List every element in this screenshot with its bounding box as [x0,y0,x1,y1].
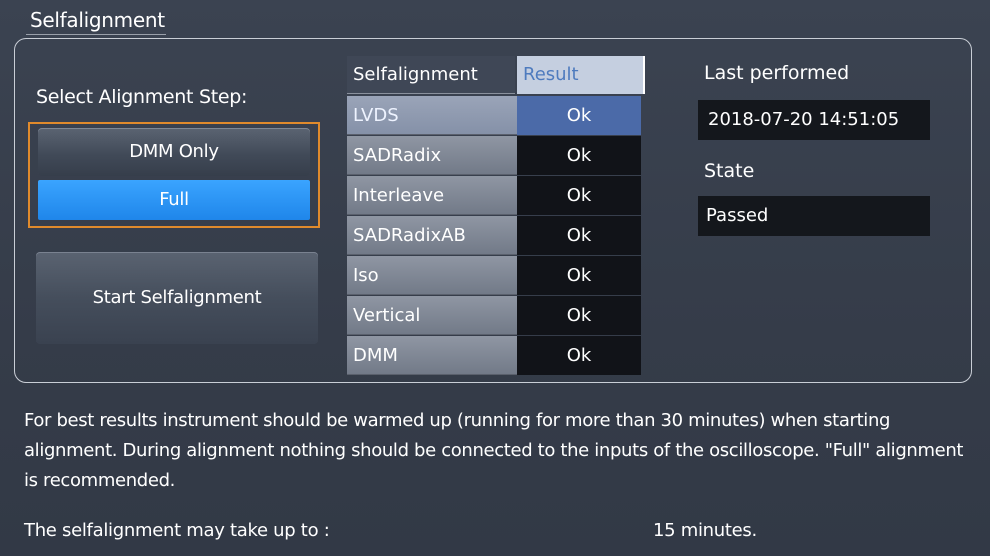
info-text: For best results instrument should be wa… [24,410,964,491]
dmm-only-button[interactable]: DMM Only [38,128,310,176]
duration-value: 15 minutes. [653,520,757,541]
row-result: Ok [517,216,641,255]
row-name: SADRadixAB [347,216,517,255]
dialog-title: Selfalignment [30,8,165,32]
table-row[interactable]: SADRadixAB Ok [347,216,645,255]
row-name: Vertical [347,296,517,335]
full-button[interactable]: Full [38,180,310,220]
start-selfalignment-button[interactable]: Start Selfalignment [36,252,318,344]
table-row[interactable]: Interleave Ok [347,176,645,215]
last-performed-label: Last performed [704,62,850,84]
row-result: Ok [517,256,641,295]
table-row[interactable]: LVDS Ok [347,96,645,135]
table-row[interactable]: SADRadix Ok [347,136,645,175]
state-label: State [704,160,755,182]
table-row[interactable]: Iso Ok [347,256,645,295]
row-result: Ok [517,336,641,375]
row-name: Iso [347,256,517,295]
row-name: Interleave [347,176,517,215]
duration-label: The selfalignment may take up to : [24,520,330,541]
row-result: Ok [517,136,641,175]
last-performed-value: 2018-07-20 14:51:05 [698,100,930,140]
title-underline [26,34,166,35]
table-row[interactable]: Vertical Ok [347,296,645,335]
state-value: Passed [698,196,930,236]
row-result: Ok [517,176,641,215]
table-row[interactable]: DMM Ok [347,336,645,375]
row-name: LVDS [347,96,517,135]
select-step-label: Select Alignment Step: [36,86,248,108]
column-header-result[interactable]: Result [517,56,645,94]
row-result: Ok [517,296,641,335]
row-result: Ok [517,96,641,135]
row-name: SADRadix [347,136,517,175]
column-header-selfalignment[interactable]: Selfalignment [347,56,515,94]
row-name: DMM [347,336,517,375]
